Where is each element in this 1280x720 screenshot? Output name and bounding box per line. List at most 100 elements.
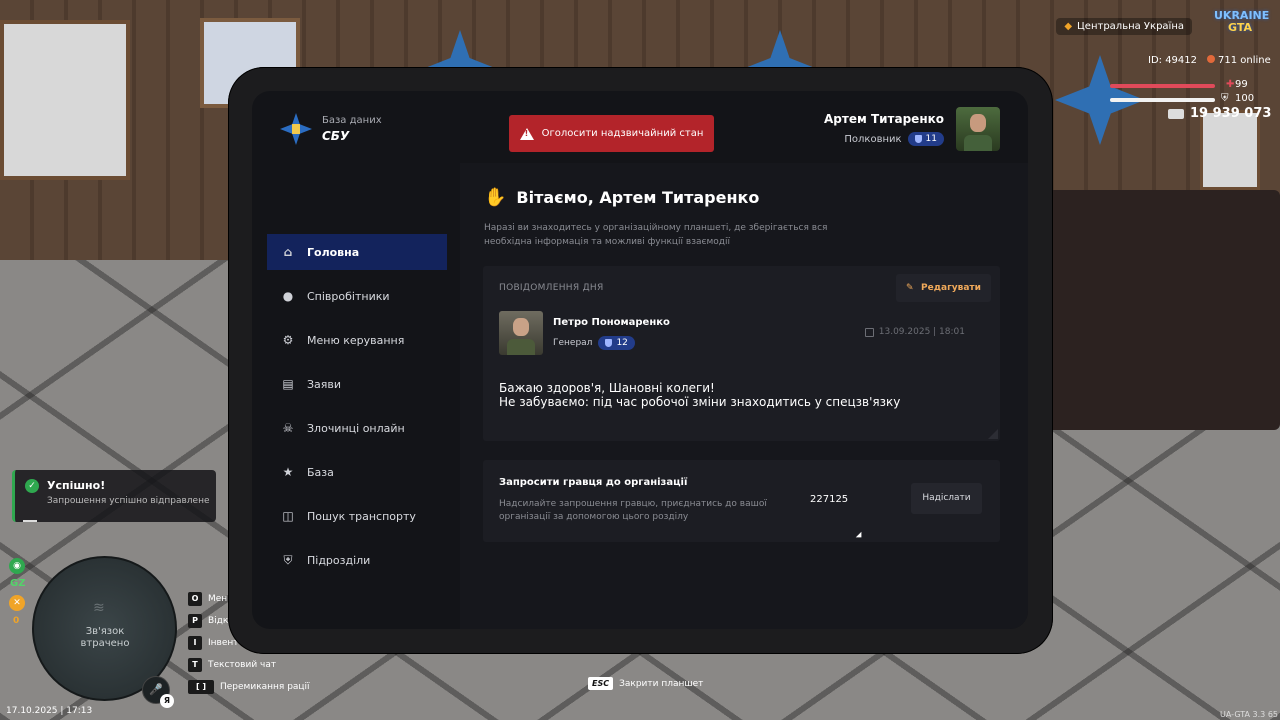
minimap-status: Зв'язок втрачено: [70, 626, 140, 650]
resize-handle[interactable]: [988, 429, 998, 439]
users-icon: ●: [282, 289, 294, 303]
check-icon: ✓: [25, 479, 39, 493]
level-value: 11: [925, 134, 937, 144]
version-label: UA-GTA 3.3 65: [1220, 710, 1278, 719]
sbu-brand: База даних СБУ: [280, 113, 382, 145]
sidebar-item-home[interactable]: ⌂ Головна: [267, 234, 447, 270]
sidebar-item-divisions[interactable]: ⛨ Підрозділи: [267, 542, 447, 578]
message-line: Бажаю здоров'я, Шановні колеги!: [499, 381, 715, 395]
background-board: [1200, 110, 1260, 190]
invite-title: Запросити гравця до організації: [499, 477, 688, 488]
brand-subtitle: База даних: [322, 115, 382, 126]
sidebar-item-employees[interactable]: ● Співробітники: [267, 278, 447, 314]
sidebar-item-label: Меню керування: [307, 333, 405, 347]
user-name: Артем Титаренко: [823, 112, 944, 126]
user-rank-row: Полковник 11: [824, 132, 944, 146]
edit-button[interactable]: ✎ Редагувати: [896, 274, 991, 302]
sidebar-item-applications[interactable]: ▤ Заяви: [267, 366, 447, 402]
message-date-text: 13.09.2025 | 18:01: [878, 327, 965, 337]
keybind-row: [ ] Перемикання рації: [188, 676, 310, 698]
avatar: [956, 107, 1000, 151]
skull-icon: ☠: [282, 421, 294, 435]
player-id-online: ID: 49412 711 online: [1148, 55, 1271, 66]
sidebar-item-label: Підрозділи: [307, 553, 371, 567]
message-date: 13.09.2025 | 18:01: [864, 327, 965, 337]
level-value: 12: [616, 338, 628, 348]
pencil-icon: ✎: [906, 282, 914, 293]
minimap-status-line2: втрачено: [80, 638, 130, 649]
message-of-day-card: ПОВІДОМЛЕННЯ ДНЯ ✎ Редагувати Петро Поно…: [483, 266, 1000, 441]
car-icon: ◫: [282, 509, 294, 523]
sidebar-item-label: База: [307, 465, 334, 479]
sidebar-item-label: Головна: [307, 245, 360, 259]
region-indicator: ◆ Центральна Україна: [1056, 18, 1192, 35]
sbu-emblem-icon: [280, 113, 312, 145]
safezone-icon: ◉: [9, 558, 25, 574]
keybind-label: Текстовий чат: [208, 660, 277, 670]
welcome-title: Вітаємо, Артем Титаренко: [516, 188, 760, 207]
key-cap: I: [188, 636, 202, 650]
tablet-screen: База даних СБУ Оголосити надзвичайний ст…: [252, 91, 1028, 629]
key-cap: P: [188, 614, 202, 628]
send-invite-button[interactable]: Надіслати: [911, 483, 982, 514]
sidebar-item-base[interactable]: ★ База: [267, 454, 447, 490]
greenzone-label: GZ: [10, 578, 26, 589]
region-label: Центральна Україна: [1077, 21, 1184, 32]
keybind-row: T Текстовий чат: [188, 654, 310, 676]
keybind-label: Інвент: [208, 638, 239, 648]
shield-icon: [914, 135, 922, 143]
author-name: Петро Пономаренко: [553, 317, 670, 328]
minimap-status-line1: Зв'язок: [85, 626, 125, 637]
armor-value: 100: [1235, 93, 1255, 104]
version-text: UA-GTA 3.3: [1220, 710, 1266, 719]
health-icon: ✚: [1226, 79, 1235, 90]
author-rank: Генерал: [553, 338, 593, 348]
online-label: 711 online: [1218, 55, 1271, 66]
level-badge: 12: [598, 336, 635, 350]
wave-icon: ✋: [484, 187, 507, 208]
money-display: 19 939 073: [1168, 106, 1271, 121]
emergency-button-label: Оголосити надзвичайний стан: [541, 128, 704, 139]
edit-button-label: Редагувати: [921, 283, 981, 293]
shield-icon: [605, 339, 613, 347]
health-value: 99: [1235, 79, 1248, 90]
warning-icon: [519, 127, 534, 140]
keybind-label: Перемикання рації: [220, 682, 310, 692]
server-logo-bottom: GTA: [1228, 21, 1252, 34]
crossed-icon: ✕: [9, 595, 25, 611]
sidebar-item-label: Співробітники: [307, 289, 390, 303]
sidebar-item-label: Пошук транспорту: [307, 509, 416, 523]
keybind-label: Відк: [208, 616, 229, 626]
health-bar: [1110, 84, 1215, 88]
key-cap: [ ]: [188, 680, 214, 694]
money-value: 19 939 073: [1190, 106, 1272, 121]
sidebar-item-criminals-online[interactable]: ☠ Злочинці онлайн: [267, 410, 447, 446]
player-id: ID: 49412: [1148, 55, 1198, 66]
no-signal-icon: ≋: [93, 600, 105, 616]
gear-icon: ⚙: [282, 333, 294, 347]
author-rank-row: Генерал 12: [553, 336, 635, 350]
close-tablet-hint: ESC Закрити планшет: [588, 677, 703, 690]
background-counter: [1040, 190, 1280, 430]
keybind-label: Мені: [208, 594, 230, 604]
star-icon: ★: [282, 465, 294, 479]
sidebar-item-label: Злочинці онлайн: [307, 421, 405, 435]
sidebar-item-control-menu[interactable]: ⚙ Меню керування: [267, 322, 447, 358]
folder-icon: ▤: [282, 377, 294, 391]
notification-text: Запрошення успішно відправлене: [47, 496, 210, 506]
armor-bar: [1110, 98, 1215, 102]
sidebar-item-vehicle-search[interactable]: ◫ Пошук транспорту: [267, 498, 447, 534]
fps-value: 65: [1267, 710, 1278, 719]
welcome-subtitle: Наразі ви знаходитесь у організаційному …: [484, 223, 828, 247]
invite-description: Надсилайте запрошення гравцю, приєднатис…: [499, 499, 767, 522]
esc-key: ESC: [588, 677, 614, 690]
key-cap: O: [188, 592, 202, 606]
key-cap: T: [188, 658, 202, 672]
background-board: [0, 20, 130, 180]
calendar-icon: [864, 327, 874, 337]
close-tablet-label: Закрити планшет: [619, 678, 704, 689]
player-id-input[interactable]: [803, 485, 911, 513]
emergency-button[interactable]: Оголосити надзвичайний стан: [509, 115, 714, 152]
card-label: ПОВІДОМЛЕННЯ ДНЯ: [499, 283, 604, 293]
sidebar-nav: ⌂ Головна ● Співробітники ⚙ Меню керування …: [267, 234, 447, 586]
